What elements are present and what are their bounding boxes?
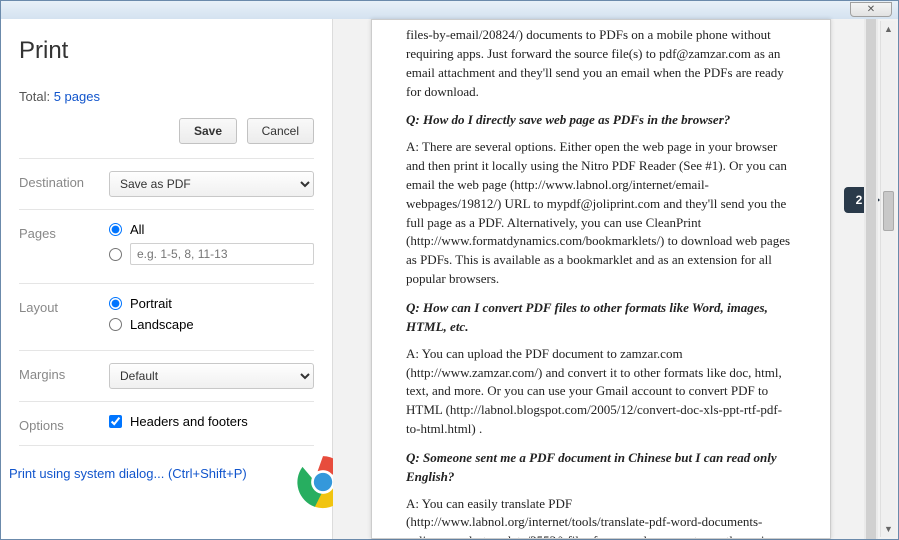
titlebar: ✕ [1, 1, 898, 19]
headers-footers-checkbox[interactable] [109, 415, 122, 428]
layout-row: Layout Portrait Landscape [19, 284, 314, 351]
question-1: Q: How do I directly save web page as PD… [406, 111, 796, 130]
content-area: Print Total: 5 pages Save Cancel Destina… [1, 19, 898, 539]
pages-all-radio[interactable] [109, 223, 122, 236]
pages-all-label: All [130, 222, 144, 237]
total-count: 5 pages [54, 89, 100, 104]
layout-portrait-radio[interactable] [109, 297, 122, 310]
pages-custom-input[interactable] [130, 243, 314, 265]
pages-row: Pages All [19, 210, 314, 284]
scroll-up-arrow[interactable]: ▲ [881, 21, 896, 37]
destination-label: Destination [19, 171, 109, 190]
window-close-button[interactable]: ✕ [850, 2, 892, 17]
scroll-thumb[interactable] [883, 191, 894, 231]
margins-select[interactable]: Default [109, 363, 314, 389]
destination-select[interactable]: Save as PDF [109, 171, 314, 197]
layout-landscape-radio[interactable] [109, 318, 122, 331]
margins-row: Margins Default [19, 351, 314, 402]
question-3: Q: Someone sent me a PDF document in Chi… [406, 449, 796, 487]
options-label: Options [19, 414, 109, 433]
page-title: Print [19, 37, 314, 65]
layout-landscape-label: Landscape [130, 317, 194, 332]
answer-1: A: There are several options. Either ope… [406, 138, 796, 289]
action-buttons: Save Cancel [19, 118, 314, 159]
print-dialog-window: ✕ Print Total: 5 pages Save Cancel Desti… [0, 0, 899, 540]
preview-pane: files-by-email/20824/) documents to PDFs… [333, 19, 898, 539]
preview-scrollbar[interactable]: ▲ ▼ [880, 21, 896, 537]
layout-portrait-label: Portrait [130, 296, 172, 311]
headers-footers-label: Headers and footers [130, 414, 248, 429]
pages-custom-radio[interactable] [109, 248, 122, 261]
total-prefix: Total: [19, 89, 54, 104]
print-sidebar: Print Total: 5 pages Save Cancel Destina… [1, 19, 333, 539]
para-intro: files-by-email/20824/) documents to PDFs… [406, 26, 796, 101]
cancel-button[interactable]: Cancel [247, 118, 314, 144]
preview-inner-scrollbar[interactable] [864, 19, 878, 539]
layout-label: Layout [19, 296, 109, 315]
scroll-down-arrow[interactable]: ▼ [881, 521, 896, 537]
destination-row: Destination Save as PDF [19, 159, 314, 210]
page-preview: files-by-email/20824/) documents to PDFs… [371, 19, 831, 539]
pages-label: Pages [19, 222, 109, 241]
options-row: Options Headers and footers [19, 402, 314, 446]
system-dialog-link[interactable]: Print using system dialog... (Ctrl+Shift… [7, 464, 249, 483]
total-pages: Total: 5 pages [19, 89, 314, 104]
margins-label: Margins [19, 363, 109, 382]
question-2: Q: How can I convert PDF files to other … [406, 299, 796, 337]
answer-3: A: You can easily translate PDF (http://… [406, 495, 796, 539]
inner-scroll-thumb[interactable] [866, 19, 876, 539]
answer-2: A: You can upload the PDF document to za… [406, 345, 796, 439]
save-button[interactable]: Save [179, 118, 237, 144]
